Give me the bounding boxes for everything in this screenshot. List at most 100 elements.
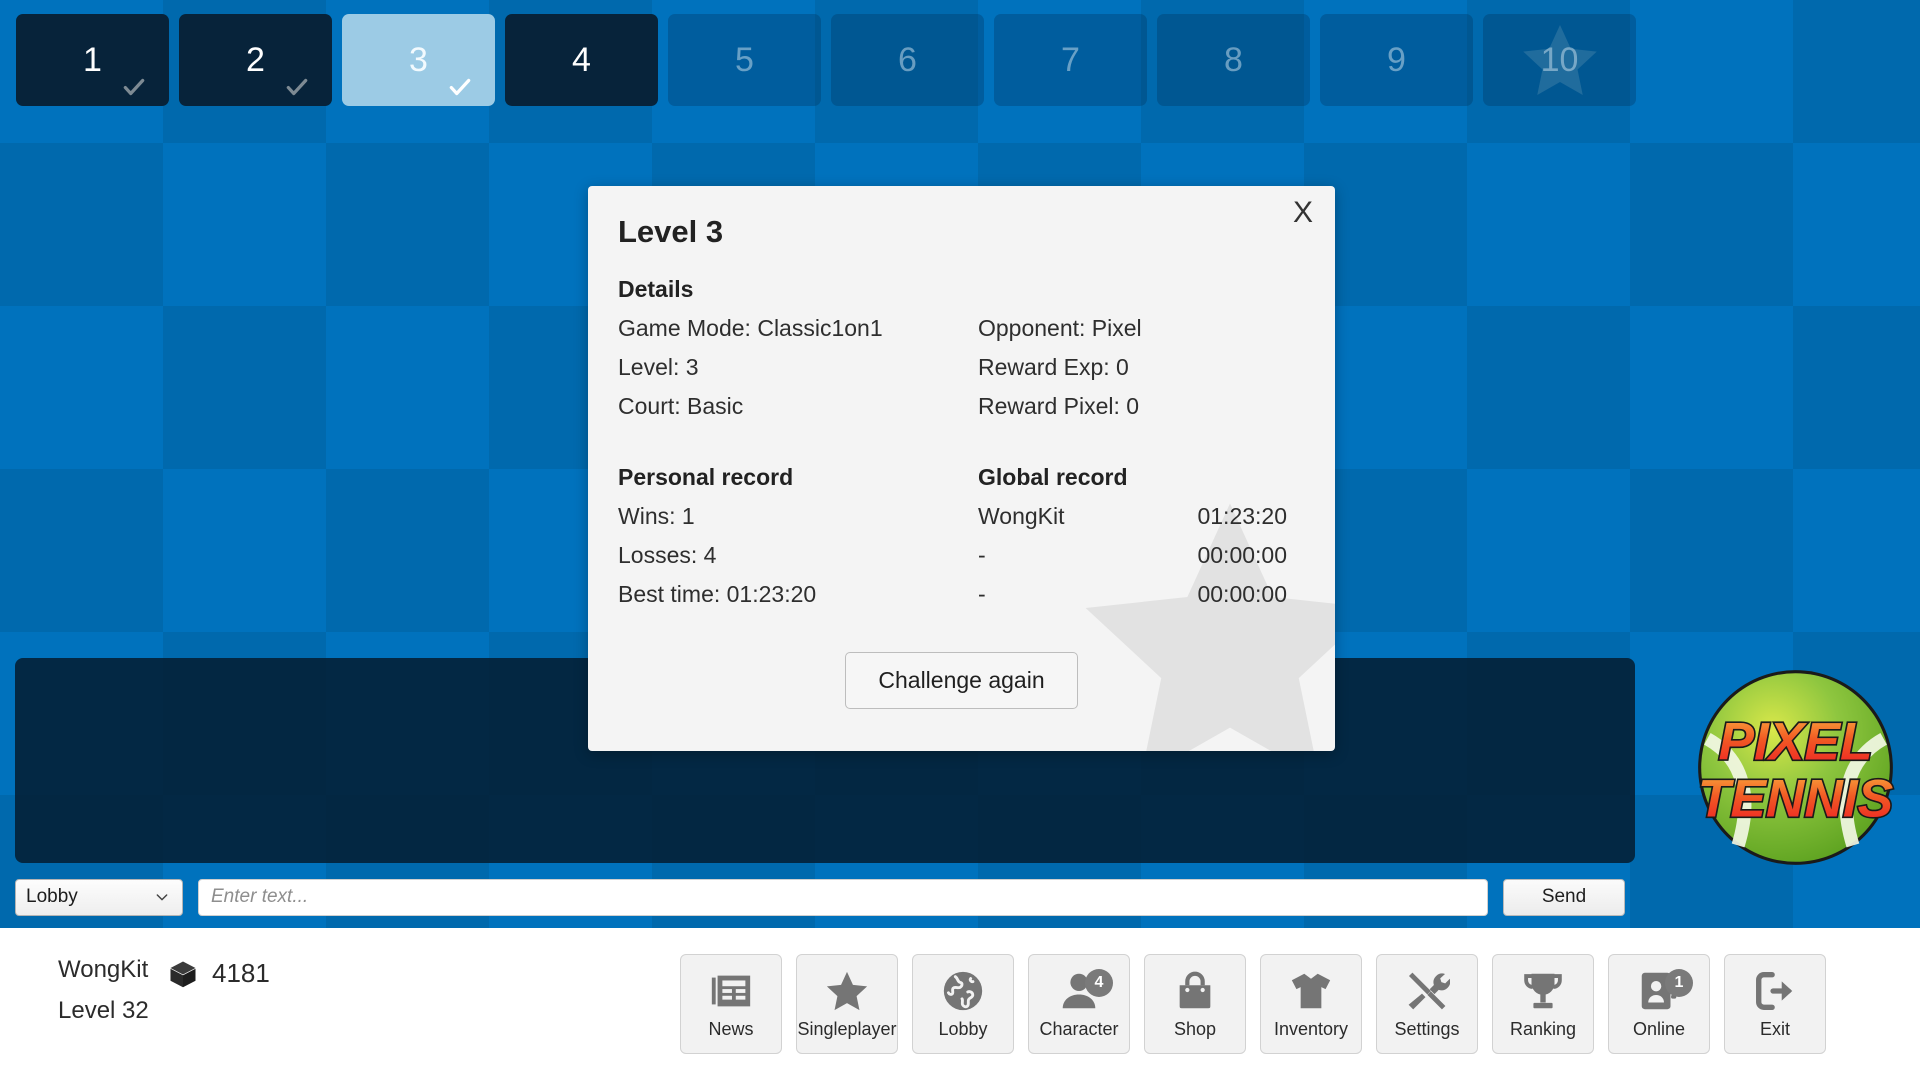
global-record-time: 01:23:20 bbox=[1197, 503, 1287, 529]
online-badge-count: 1 bbox=[1665, 969, 1693, 997]
level-tile-1[interactable]: 1 bbox=[16, 14, 169, 106]
level-tile-label: 3 bbox=[409, 40, 428, 79]
pixel-tennis-logo: PIXEL TENNIS bbox=[1693, 665, 1898, 870]
player-level: Level 32 bbox=[58, 997, 149, 1024]
nav-label: Singleplayer bbox=[797, 1019, 897, 1039]
nav-button-settings[interactable]: Settings bbox=[1376, 954, 1478, 1054]
bag-icon bbox=[1172, 968, 1218, 1014]
nav-button-lobby[interactable]: Lobby bbox=[912, 954, 1014, 1054]
global-record-row: WongKit 01:23:20 bbox=[978, 497, 1305, 536]
global-record-row: - 00:00:00 bbox=[978, 575, 1305, 614]
level-tile-2[interactable]: 2 bbox=[179, 14, 332, 106]
global-record-row: - 00:00:00 bbox=[978, 536, 1305, 575]
personal-losses: Losses: 4 bbox=[618, 542, 717, 568]
tshirt-icon bbox=[1288, 968, 1334, 1014]
level-tile-10[interactable]: 10 bbox=[1483, 14, 1636, 106]
details-section: Details Game Mode: Classic1on1 Level: 3 … bbox=[618, 276, 1305, 426]
level-tile-label: 7 bbox=[1061, 40, 1080, 79]
global-record-time: 00:00:00 bbox=[1197, 581, 1287, 607]
level-tile-label: 5 bbox=[735, 40, 754, 79]
global-record-heading: Global record bbox=[978, 464, 1128, 490]
level-details-dialog: X Level 3 Details Game Mode: Classic1on1… bbox=[588, 186, 1335, 751]
level-tile-label: 8 bbox=[1224, 40, 1243, 79]
detail-level: Level: 3 bbox=[618, 354, 699, 380]
level-tile-9[interactable]: 9 bbox=[1320, 14, 1473, 106]
game-screen: 1 2 3 4 5 6 7 8 9 10 Lobby Enter text...… bbox=[0, 0, 1920, 1080]
nav-label: News bbox=[708, 1019, 754, 1039]
global-record-name: - bbox=[978, 581, 986, 607]
currency-amount: 4181 bbox=[212, 958, 270, 988]
challenge-again-button[interactable]: Challenge again bbox=[845, 652, 1078, 709]
nav-label: Inventory bbox=[1273, 1019, 1349, 1039]
check-icon bbox=[121, 74, 147, 100]
level-tile-7[interactable]: 7 bbox=[994, 14, 1147, 106]
level-tile-4[interactable]: 4 bbox=[505, 14, 658, 106]
dialog-title: Level 3 bbox=[618, 214, 724, 249]
chat-bar: Lobby Send bbox=[15, 878, 1625, 916]
level-tile-label: 2 bbox=[246, 40, 265, 79]
nav-button-shop[interactable]: Shop bbox=[1144, 954, 1246, 1054]
star-icon bbox=[824, 968, 870, 1014]
level-tile-label: 4 bbox=[572, 40, 591, 79]
chat-channel-value: Lobby bbox=[26, 886, 78, 907]
level-tile-label: 10 bbox=[1540, 40, 1579, 79]
cube-icon bbox=[168, 959, 198, 989]
nav-button-inventory[interactable]: Inventory bbox=[1260, 954, 1362, 1054]
level-tile-label: 6 bbox=[898, 40, 917, 79]
level-tile-8[interactable]: 8 bbox=[1157, 14, 1310, 106]
nav-button-exit[interactable]: Exit bbox=[1724, 954, 1826, 1054]
level-selector-strip: 1 2 3 4 5 6 7 8 9 10 bbox=[0, 0, 1920, 120]
personal-record-heading: Personal record bbox=[618, 464, 794, 490]
nav-button-online[interactable]: 1 Online bbox=[1608, 954, 1710, 1054]
nav-button-ranking[interactable]: Ranking bbox=[1492, 954, 1594, 1054]
detail-reward-pixel: Reward Pixel: 0 bbox=[978, 393, 1140, 419]
nav-label: Settings bbox=[1394, 1019, 1460, 1039]
send-button[interactable]: Send bbox=[1503, 878, 1625, 916]
nav-label: Character bbox=[1039, 1019, 1119, 1039]
check-icon bbox=[447, 74, 473, 100]
global-record-name: - bbox=[978, 542, 986, 568]
close-button[interactable]: X bbox=[1293, 198, 1313, 228]
player-name: WongKit bbox=[58, 956, 149, 983]
level-tile-label: 1 bbox=[83, 40, 102, 79]
character-badge-count: 4 bbox=[1085, 969, 1113, 997]
level-tile-3[interactable]: 3 bbox=[342, 14, 495, 106]
player-info: WongKit Level 32 bbox=[58, 956, 149, 1025]
chat-channel-select[interactable]: Lobby bbox=[15, 878, 183, 916]
detail-opponent: Opponent: Pixel bbox=[978, 315, 1142, 341]
level-tile-6[interactable]: 6 bbox=[831, 14, 984, 106]
trophy-icon bbox=[1520, 968, 1566, 1014]
nav-label: Exit bbox=[1759, 1019, 1790, 1039]
nav-button-character[interactable]: 4 Character bbox=[1028, 954, 1130, 1054]
chat-input[interactable] bbox=[198, 878, 1488, 916]
detail-reward-exp: Reward Exp: 0 bbox=[978, 354, 1129, 380]
tools-icon bbox=[1404, 968, 1450, 1014]
details-heading: Details bbox=[618, 276, 694, 302]
currency-display: 4181 bbox=[168, 958, 270, 989]
personal-wins: Wins: 1 bbox=[618, 503, 695, 529]
newspaper-icon bbox=[708, 968, 754, 1014]
globe-icon bbox=[940, 968, 986, 1014]
global-record-time: 00:00:00 bbox=[1197, 542, 1287, 568]
detail-game-mode: Game Mode: Classic1on1 bbox=[618, 315, 883, 341]
nav-label: Lobby bbox=[938, 1019, 988, 1039]
personal-best-time: Best time: 01:23:20 bbox=[618, 581, 817, 607]
nav-button-news[interactable]: News bbox=[680, 954, 782, 1054]
nav-label: Ranking bbox=[1509, 1019, 1577, 1039]
nav-buttons: News Singleplayer Lobby 4 Character Shop… bbox=[680, 928, 1826, 1080]
bottom-toolbar: WongKit Level 32 4181 News Singleplayer … bbox=[0, 928, 1920, 1080]
logo-line2: TENNIS bbox=[1698, 770, 1893, 829]
nav-label: Shop bbox=[1173, 1019, 1217, 1039]
chevron-down-icon bbox=[154, 889, 170, 905]
logo-line1: PIXEL bbox=[1718, 712, 1872, 771]
detail-court: Court: Basic bbox=[618, 393, 744, 419]
check-icon bbox=[284, 74, 310, 100]
nav-button-singleplayer[interactable]: Singleplayer bbox=[796, 954, 898, 1054]
records-section: Personal record Wins: 1 Losses: 4 Best t… bbox=[618, 464, 1305, 614]
level-tile-5[interactable]: 5 bbox=[668, 14, 821, 106]
details-heading-spacer bbox=[978, 276, 1305, 303]
level-tile-label: 9 bbox=[1387, 40, 1406, 79]
exit-icon bbox=[1752, 968, 1798, 1014]
global-record-name: WongKit bbox=[978, 503, 1065, 529]
